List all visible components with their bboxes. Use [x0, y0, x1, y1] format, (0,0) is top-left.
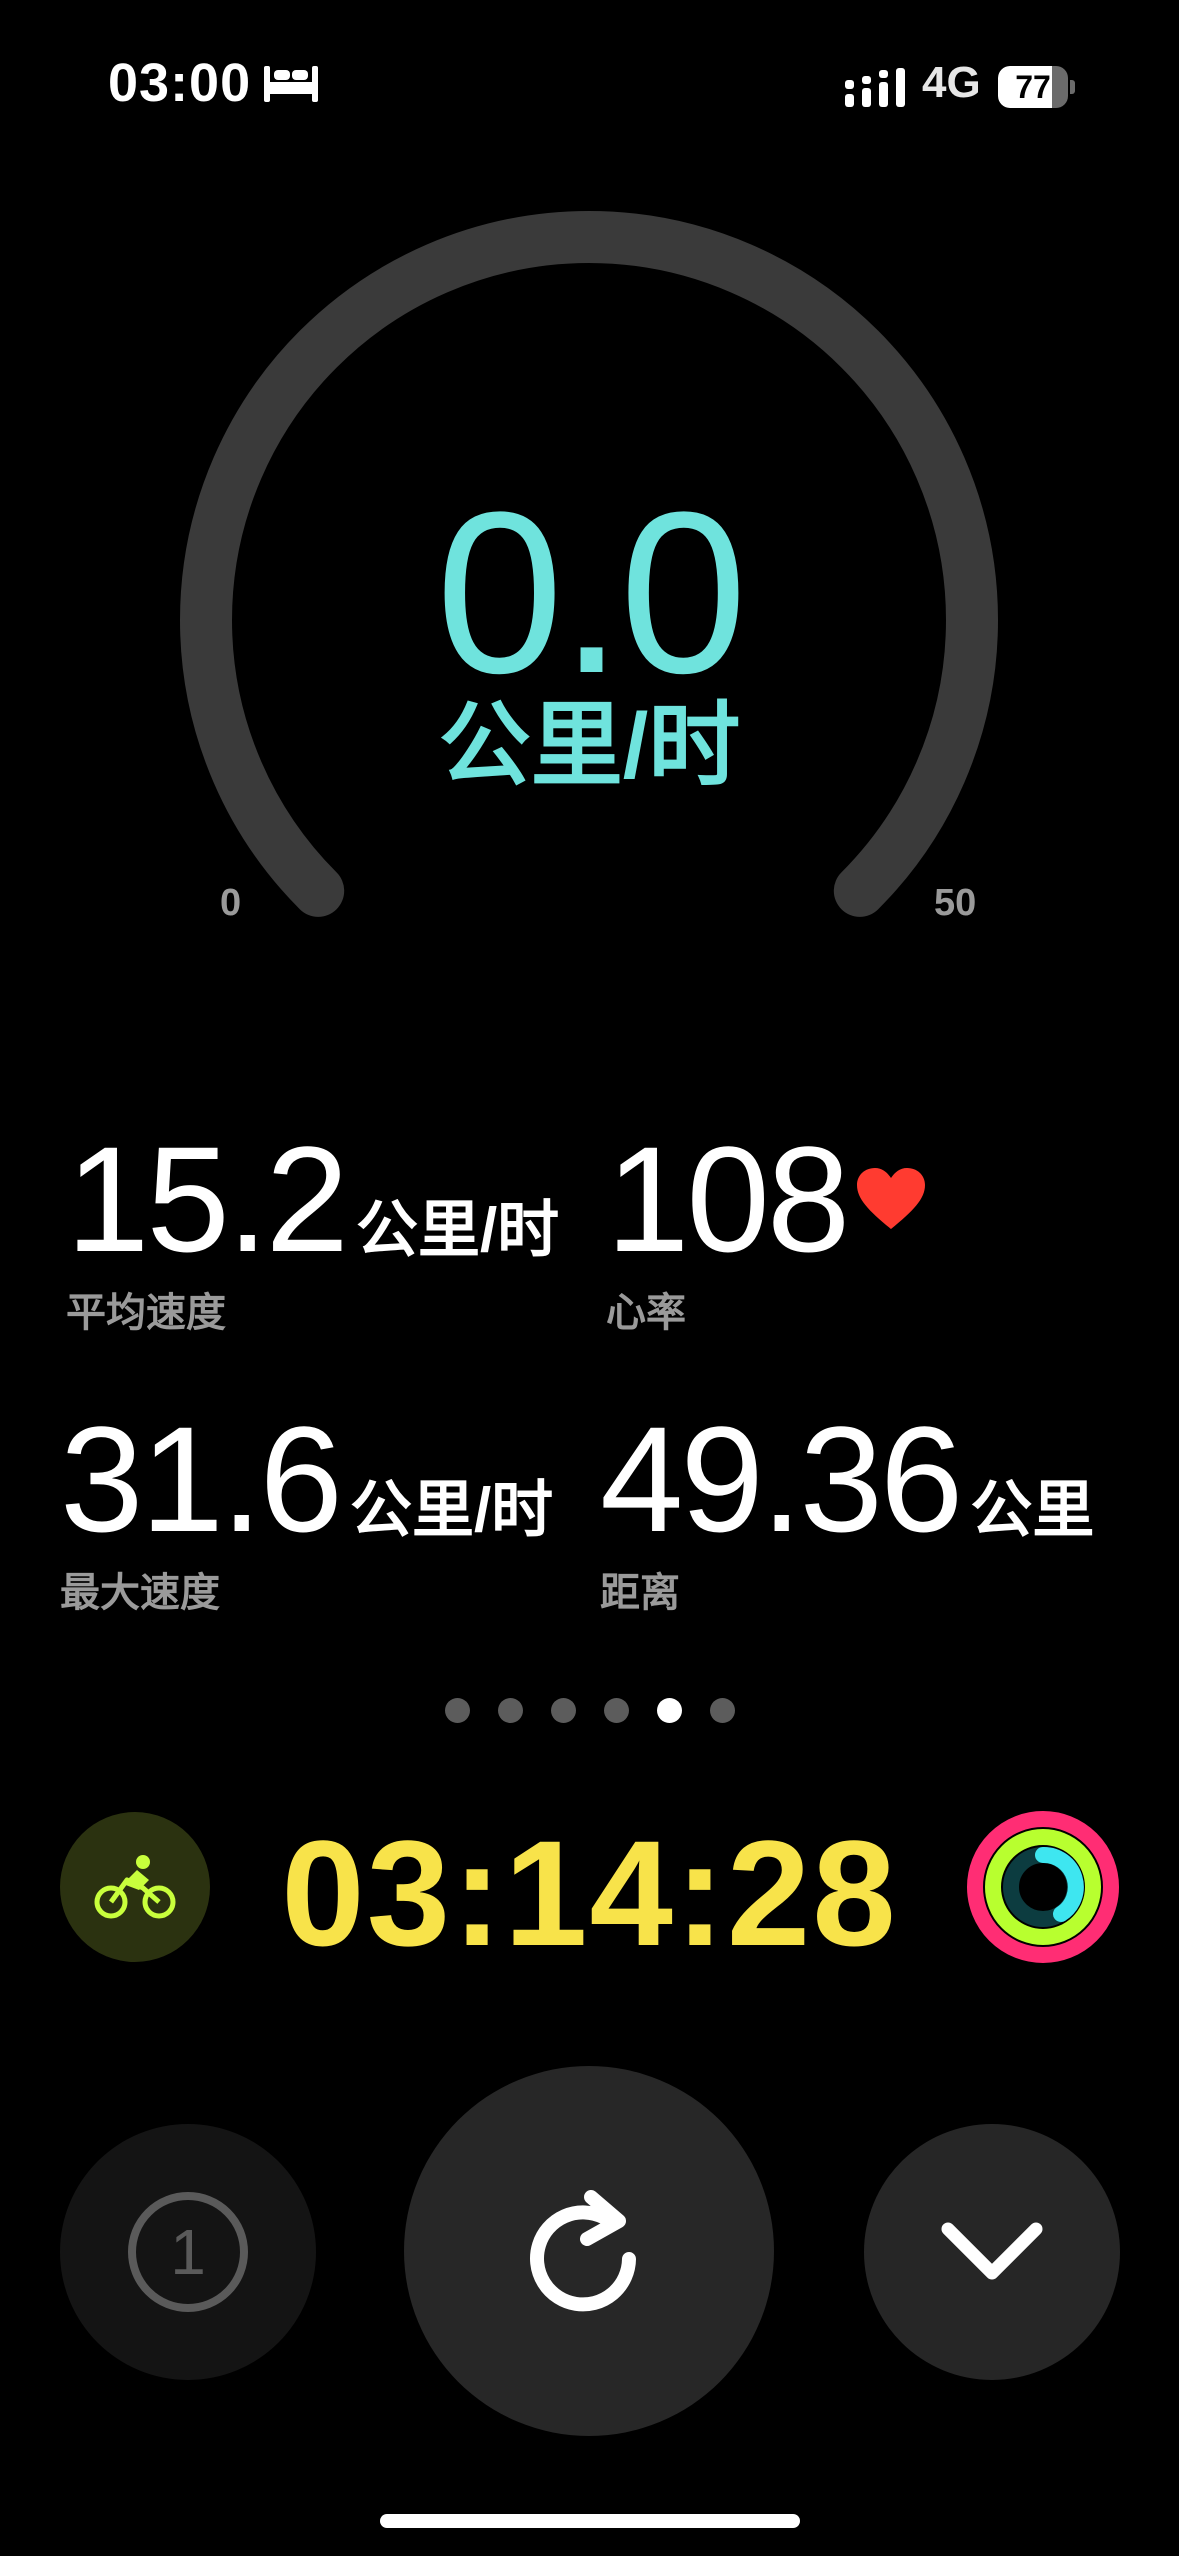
page-indicator[interactable]: [0, 1698, 1179, 1723]
segment-number: 1: [170, 2216, 206, 2288]
distance-metric: 49.36 公里 距离: [600, 1404, 1094, 1618]
resume-button[interactable]: [404, 2066, 774, 2436]
home-indicator[interactable]: [380, 2514, 800, 2528]
activity-rings-icon[interactable]: [966, 1810, 1120, 1964]
workout-screen: 03:00 4G 77 0.0 公里/时 0 50 15.2公里/时 平均速度: [0, 0, 1179, 2556]
max-speed-unit: 公里/时: [349, 1476, 554, 1545]
heart-rate-label: 心率: [606, 1291, 686, 1335]
max-speed-label: 最大速度: [60, 1571, 220, 1615]
heart-icon: [857, 1168, 926, 1229]
page-dot[interactable]: [444, 1698, 470, 1723]
resume-arrow-icon: [530, 2190, 636, 2312]
gauge-max-label: 50: [934, 882, 977, 924]
collapse-button[interactable]: [864, 2124, 1120, 2380]
gauge-min-label: 0: [220, 882, 242, 924]
segment-button[interactable]: 1: [60, 2124, 316, 2380]
distance-label: 距离: [600, 1571, 680, 1615]
max-speed-metric: 31.6 公里/时 最大速度: [60, 1404, 553, 1618]
avg-speed-metric: 15.2 公里/时 平均速度: [66, 1124, 559, 1338]
distance-value: 49.36: [600, 1395, 963, 1563]
avg-speed-label: 平均速度: [66, 1291, 226, 1335]
heart-rate-value: 108: [606, 1115, 850, 1283]
heart-rate-metric: 108 心率: [606, 1124, 927, 1338]
page-dot[interactable]: [709, 1698, 735, 1723]
distance-unit: 公里: [970, 1476, 1095, 1545]
current-speed-value: 0.0: [435, 464, 748, 721]
avg-speed-unit: 公里/时: [355, 1196, 560, 1265]
page-dot[interactable]: [497, 1698, 523, 1723]
page-dot[interactable]: [550, 1698, 576, 1723]
page-dot[interactable]: [603, 1698, 629, 1723]
current-speed-unit: 公里/时: [438, 695, 741, 797]
segment-one-icon: 1: [128, 2192, 248, 2312]
avg-speed-value: 15.2: [66, 1115, 349, 1283]
chevron-down-icon: [941, 2222, 1043, 2280]
page-dot[interactable]: [656, 1698, 682, 1723]
max-speed-value: 31.6: [60, 1395, 343, 1563]
